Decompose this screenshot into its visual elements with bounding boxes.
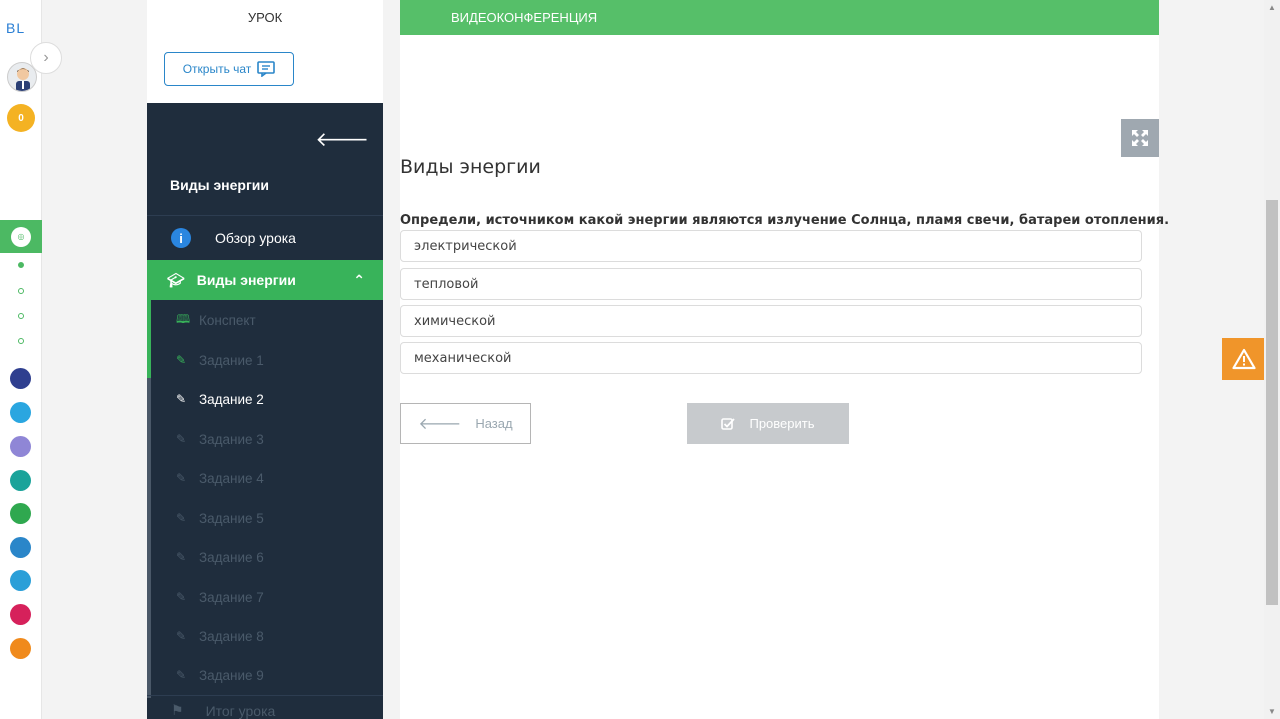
answer-option[interactable]: механической	[400, 342, 1142, 374]
nav-item-label: Задание 6	[199, 549, 264, 565]
scroll-up-arrow[interactable]: ▲	[1268, 3, 1276, 12]
nav-item-overview[interactable]: i Обзор урока	[147, 216, 383, 260]
nav-item-label: Задание 4	[199, 470, 264, 486]
edit-icon: ✎	[176, 471, 187, 485]
nav-item-task[interactable]: ✎ Задание 2	[176, 389, 264, 409]
nav-item-task[interactable]: ✎ Задание 7	[176, 587, 264, 607]
nav-item-label: Задание 9	[199, 667, 264, 683]
open-chat-button[interactable]: Открыть чат	[164, 52, 294, 86]
progress-bar-remaining	[147, 378, 151, 698]
nav-item-label: Конспект	[199, 312, 256, 328]
task-title: Виды энергии	[400, 156, 541, 178]
nav-item-label: Задание 3	[199, 431, 264, 447]
arrow-left-icon[interactable]: 🡐	[315, 127, 369, 152]
coin-counter[interactable]: 0	[7, 104, 35, 132]
nav-item-overview-label: Обзор урока	[215, 230, 296, 246]
nav-item-task[interactable]: ✎ Задание 4	[176, 468, 264, 488]
rail-app-help-icon[interactable]	[10, 402, 31, 423]
fullscreen-button[interactable]	[1121, 119, 1159, 157]
nav-item-summary[interactable]: ⚑ Итог урока	[147, 695, 383, 719]
nav-title: Виды энергии	[170, 177, 270, 193]
rail-dot[interactable]	[18, 313, 24, 319]
nav-item-task[interactable]: ✎ Задание 1	[176, 350, 264, 370]
rail-app-app-check-icon[interactable]	[10, 570, 31, 591]
rail-app-smart-icon[interactable]	[10, 368, 31, 389]
info-icon: i	[171, 228, 191, 248]
rail-item-lessons[interactable]: ◎	[0, 220, 42, 253]
nav-item-task[interactable]: ✎ Задание 6	[176, 547, 264, 567]
lesson-panel: УРОК Открыть чат 🡐 Виды энергии i Обзор …	[147, 0, 383, 719]
rail-dot[interactable]	[18, 288, 24, 294]
nav-item-label: Задание 1	[199, 352, 264, 368]
nav-item-summary-label: Итог урока	[205, 702, 276, 719]
rail-app-app-green-icon[interactable]	[10, 503, 31, 524]
nav-item-task[interactable]: ✎ Задание 3	[176, 429, 264, 449]
rail-expand-button[interactable]: ›	[30, 42, 62, 74]
lessons-icon: ◎	[11, 226, 31, 247]
answer-option[interactable]: химической	[400, 305, 1142, 337]
rail-app-app-blue-icon[interactable]	[10, 537, 31, 558]
rail-app-app-orange-icon[interactable]	[10, 638, 31, 659]
task-content: ВИДЕОКОНФЕРЕНЦИЯ Виды энергии Определи, …	[400, 0, 1169, 719]
nav-item-task[interactable]: 🕮︎ Конспект	[176, 310, 256, 330]
edit-icon: ✎	[176, 629, 187, 643]
page-scrollbar[interactable]: ▲ ▼	[1264, 0, 1280, 719]
nav-item-task[interactable]: ✎ Задание 8	[176, 626, 264, 646]
rail-app-grid-icon[interactable]	[10, 436, 31, 457]
edit-icon: ✎	[176, 590, 187, 604]
checkbox-icon	[721, 417, 736, 430]
chevron-right-icon: ›	[43, 49, 49, 66]
edit-icon: ✎	[176, 432, 187, 446]
nav-section-label: Виды энергии	[196, 272, 296, 288]
nav-item-task[interactable]: ✎ Задание 9	[176, 665, 264, 685]
open-chat-label: Открыть чат	[182, 62, 252, 76]
warning-icon	[1231, 348, 1256, 370]
back-button-label: Назад	[475, 416, 513, 431]
scrollbar-thumb[interactable]	[1266, 200, 1278, 605]
edit-icon: ✎	[176, 353, 187, 367]
chat-icon	[257, 61, 276, 77]
nav-section-energy-types[interactable]: 🎓︎ Виды энергии ⌃	[151, 260, 383, 300]
nav-item-task[interactable]: ✎ Задание 5	[176, 508, 264, 528]
back-button[interactable]: 🡐 Назад	[400, 403, 531, 444]
lesson-navigation: 🡐 Виды энергии i Обзор урока 🎓︎ Виды эне…	[147, 103, 383, 719]
tab-videoconference[interactable]: ВИДЕОКОНФЕРЕНЦИЯ	[400, 0, 1159, 35]
scroll-down-arrow[interactable]: ▼	[1268, 707, 1276, 716]
edit-icon: ✎	[176, 550, 187, 564]
book-icon: 🕮︎	[176, 311, 191, 326]
report-problem-button[interactable]	[1222, 338, 1265, 380]
edit-icon: ✎	[176, 668, 187, 682]
nav-item-label: Задание 2	[199, 391, 264, 407]
answer-option[interactable]: тепловой	[400, 268, 1142, 300]
tab-lesson[interactable]: УРОК	[147, 0, 383, 35]
chevron-up-icon: ⌃	[353, 271, 365, 288]
nav-item-label: Задание 5	[199, 510, 264, 526]
logo[interactable]: BL	[6, 20, 25, 36]
task-question: Определи, источником какой энергии являю…	[400, 213, 1170, 228]
nav-item-label: Задание 7	[199, 589, 264, 605]
rail-dot[interactable]	[18, 338, 24, 344]
nav-item-label: Задание 8	[199, 628, 264, 644]
graduation-cap-icon: 🎓︎	[167, 271, 185, 288]
left-rail: BL 0 ◎	[0, 0, 42, 719]
expand-icon	[1132, 130, 1148, 146]
check-button[interactable]: Проверить	[687, 403, 849, 444]
check-button-label: Проверить	[749, 416, 815, 431]
answer-option[interactable]: электрической	[400, 230, 1142, 262]
edit-icon: ✎	[176, 511, 187, 525]
rail-app-app-teal-icon[interactable]	[10, 470, 31, 491]
rail-app-twig-icon[interactable]	[10, 604, 31, 625]
edit-icon: ✎	[176, 392, 187, 406]
flag-icon: ⚑	[171, 702, 184, 718]
rail-dot-active[interactable]	[18, 262, 24, 268]
arrow-left-icon: 🡐	[418, 416, 462, 433]
